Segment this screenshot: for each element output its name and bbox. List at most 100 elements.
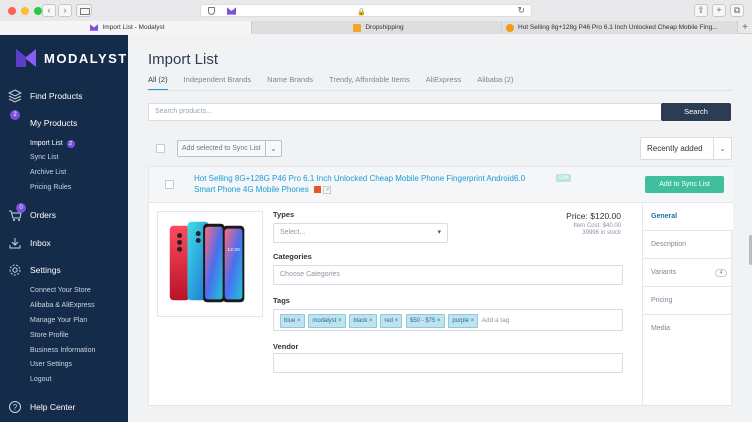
sidebar-sub-connect-store[interactable]: Connect Your Store [30, 287, 91, 294]
help-icon: ? [8, 400, 22, 414]
sidebar-item-settings[interactable]: Settings [8, 263, 61, 277]
import-list-badge: 2 [66, 140, 75, 148]
sidebar-sub-user-settings[interactable]: User Settings [30, 361, 72, 368]
app-sidebar: MODALYST Find Products 2 My Products Imp… [0, 35, 128, 422]
back-button[interactable]: ‹ [42, 4, 56, 17]
lock-icon: 🔒 [357, 9, 366, 16]
forward-button[interactable]: › [58, 4, 72, 17]
sort-select[interactable]: Recently added ⌄ [640, 137, 732, 160]
maximize-window-button[interactable] [34, 7, 42, 15]
minimize-window-button[interactable] [21, 7, 29, 15]
import-tabs: All (2) Independent Brands Name Brands T… [148, 75, 513, 91]
add-tag-placeholder[interactable]: Add a tag [482, 317, 510, 324]
edit-badge[interactable]: Edit [556, 174, 572, 182]
tag-chip[interactable]: black × [349, 314, 377, 328]
section-media[interactable]: Media [643, 315, 733, 343]
add-tab-button[interactable]: + [738, 21, 752, 34]
tab-trendy-affordable[interactable]: Trendy, Affordable Items [329, 75, 410, 91]
sidebar-sub-manage-plan[interactable]: Manage Your Plan [30, 317, 87, 324]
modalyst-tab-icon [90, 24, 99, 31]
browser-chrome: ‹ › 🔒 ↻ ⇪ + ⧉ Import List - Modalyst Dro… [0, 0, 752, 34]
box-icon: 2 [8, 110, 22, 130]
tab-import-list[interactable]: Import List - Modalyst [0, 21, 252, 34]
select-all-checkbox[interactable] [156, 144, 165, 153]
tab-overview-icon[interactable]: ⧉ [730, 4, 744, 17]
sidebar-item-help-center[interactable]: ? Help Center [8, 400, 75, 414]
sidebar-item-find-products[interactable]: Find Products [7, 89, 82, 103]
add-selected-to-sync-dropdown[interactable]: Add selected to Sync List ⌄ [177, 140, 282, 157]
layers-icon [7, 89, 23, 103]
tab-all[interactable]: All (2) [148, 75, 168, 91]
tab-independent-brands[interactable]: Independent Brands [184, 75, 252, 91]
new-tab-icon[interactable]: + [712, 4, 726, 17]
section-description[interactable]: Description [643, 231, 733, 259]
add-to-sync-list-button[interactable]: Add to Sync List [645, 176, 724, 193]
vendor-label: Vendor [273, 342, 299, 351]
product-image[interactable]: 12:30 [157, 211, 263, 317]
my-products-badge: 2 [10, 110, 20, 120]
search-button[interactable]: Search [661, 103, 731, 121]
types-select[interactable]: Select... ▾ [273, 223, 448, 243]
tag-chip[interactable]: modalyst × [308, 314, 346, 328]
tag-chip[interactable]: purple × [448, 314, 479, 328]
sidebar-sub-archive-list[interactable]: Archive List [30, 169, 66, 176]
tab-dropshipping[interactable]: Dropshipping [252, 21, 502, 34]
tag-chip[interactable]: $50 - $75 × [405, 314, 445, 328]
share-icon[interactable]: ⇪ [694, 4, 708, 17]
tag-chip[interactable]: red × [380, 314, 403, 328]
sidebar-sub-store-profile[interactable]: Store Profile [30, 332, 69, 339]
product-checkbox[interactable] [165, 180, 174, 189]
types-label: Types [273, 210, 295, 219]
tab-aliexpress[interactable]: AliExpress [426, 75, 461, 91]
categories-label: Categories [273, 252, 312, 261]
section-variants[interactable]: Variants 4 [643, 259, 733, 287]
chevron-down-icon: ⌄ [713, 138, 731, 159]
reload-icon[interactable]: ↻ [517, 5, 525, 16]
tag-chip[interactable]: blue × [280, 314, 305, 328]
product-title-link[interactable]: Hot Selling 8G+128G P46 Pro 6.1 Inch Unl… [194, 173, 544, 195]
tags-label: Tags [273, 296, 290, 305]
product-card-header: Hot Selling 8G+128G P46 Pro 6.1 Inch Unl… [149, 167, 733, 203]
aliexpress-tab-icon [506, 23, 514, 32]
section-general[interactable]: General [643, 203, 733, 231]
aliexpress-icon [313, 186, 321, 194]
sidebar-sub-business-info[interactable]: Business Information [30, 347, 95, 354]
caret-down-icon: ▾ [437, 229, 441, 236]
external-link-icon[interactable]: ↗ [323, 185, 332, 194]
sidebar-sub-sync-list[interactable]: Sync List [30, 154, 58, 161]
chevron-down-icon: ⌄ [265, 141, 281, 156]
address-bar[interactable]: 🔒 ↻ [200, 4, 532, 17]
sidebar-sub-import-list[interactable]: Import List 2 [30, 140, 75, 148]
sidebar-toggle-button[interactable] [76, 4, 92, 17]
sidebar-sub-logout[interactable]: Logout [30, 376, 51, 383]
close-window-button[interactable] [8, 7, 16, 15]
product-card: Hot Selling 8G+128G P46 Pro 6.1 Inch Unl… [148, 166, 733, 406]
shield-icon [208, 7, 215, 15]
svg-text:12:30: 12:30 [227, 247, 240, 253]
tags-input[interactable]: blue × modalyst × black × red × $50 - $7… [273, 309, 623, 331]
sidebar-sub-pricing-rules[interactable]: Pricing Rules [30, 184, 71, 191]
tab-divider [148, 90, 733, 91]
cart-icon: 0 [8, 203, 26, 222]
svg-text:?: ? [13, 403, 18, 412]
categories-input[interactable]: Choose Categories [273, 265, 623, 285]
brand-logo[interactable]: MODALYST [16, 49, 128, 67]
sidebar-sub-alibaba-aliexpress[interactable]: Alibaba & AliExpress [30, 302, 95, 309]
tab-alibaba[interactable]: Alibaba (2) [477, 75, 513, 91]
modalyst-favicon [227, 7, 236, 15]
sidebar-item-my-products[interactable]: 2 My Products [8, 110, 77, 130]
phone-product-image: 12:30 [169, 221, 245, 303]
tab-bar: Import List - Modalyst Dropshipping Hot … [0, 21, 752, 34]
gear-icon [8, 263, 22, 277]
inbox-icon [8, 236, 22, 250]
vendor-input[interactable] [273, 353, 623, 373]
section-pricing[interactable]: Pricing [643, 287, 733, 315]
tab-aliexpress-product[interactable]: Hot Selling 8g+128g P46 Pro 6.1 Inch Unl… [502, 21, 738, 34]
sidebar-item-orders[interactable]: 0 Orders [8, 203, 56, 222]
main-content: Import List All (2) Independent Brands N… [128, 35, 752, 422]
dropshipping-tab-icon [353, 23, 362, 32]
search-input[interactable]: Search products... [148, 103, 662, 121]
orders-badge: 0 [16, 203, 26, 213]
tab-name-brands[interactable]: Name Brands [267, 75, 313, 91]
sidebar-item-inbox[interactable]: Inbox [8, 236, 51, 250]
